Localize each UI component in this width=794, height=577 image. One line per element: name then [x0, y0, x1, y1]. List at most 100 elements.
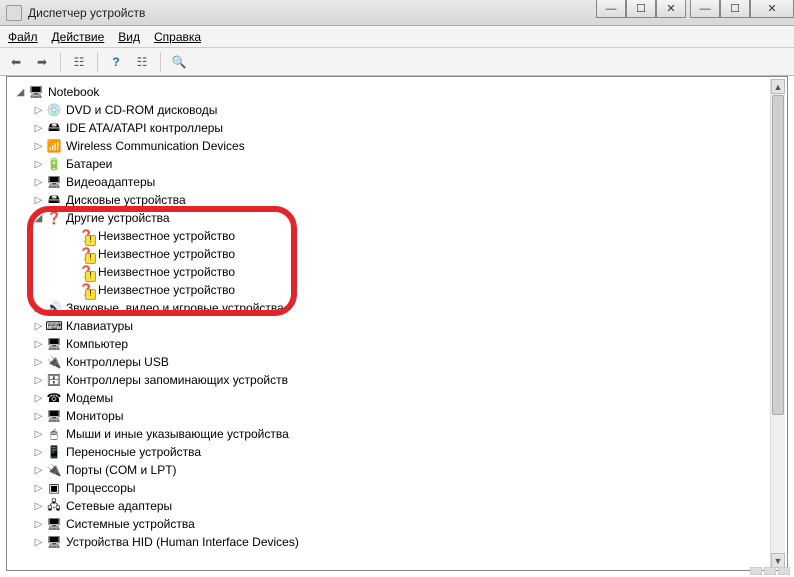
node-label: Модемы: [66, 391, 113, 405]
window-controls: — ☐ ✕: [690, 0, 794, 18]
device-category-icon: 🗄: [46, 372, 62, 388]
device-category-icon: 🔋: [46, 156, 62, 172]
device-tree[interactable]: ◢🖥Notebook▷💿DVD и CD-ROM дисководы▷🖴IDE …: [9, 79, 769, 568]
expand-toggle[interactable]: ▷: [33, 465, 44, 476]
expand-toggle[interactable]: ▷: [33, 105, 44, 116]
scroll-up-button[interactable]: ▲: [771, 79, 785, 94]
tree-category[interactable]: ▷🔋Батареи: [13, 155, 769, 173]
tree-category[interactable]: ◢❓Другие устройства: [13, 209, 769, 227]
maximize-button[interactable]: ☐: [720, 0, 750, 18]
tree-category[interactable]: ▷🖥Устройства HID (Human Interface Device…: [13, 533, 769, 551]
expand-toggle[interactable]: ▷: [33, 177, 44, 188]
expand-toggle[interactable]: ▷: [33, 519, 44, 530]
device-category-icon: 📱: [46, 444, 62, 460]
parent-minimize-button[interactable]: —: [596, 0, 626, 18]
node-label: Порты (COM и LPT): [66, 463, 177, 477]
tree-category[interactable]: ▷🖧 Сетевые адаптеры: [13, 497, 769, 515]
parent-close-button[interactable]: ✕: [656, 0, 686, 18]
tree-category[interactable]: ▷🖱Мыши и иные указывающие устройства: [13, 425, 769, 443]
expand-toggle[interactable]: ▷: [33, 339, 44, 350]
tree-category[interactable]: ▷☎ Модемы: [13, 389, 769, 407]
expand-toggle[interactable]: ▷: [33, 375, 44, 386]
expand-toggle[interactable]: ▷: [33, 195, 44, 206]
expand-toggle[interactable]: ▷: [33, 447, 44, 458]
expand-toggle[interactable]: ▷: [33, 303, 44, 314]
menu-action[interactable]: Действие: [52, 30, 105, 44]
expand-toggle[interactable]: ▷: [33, 159, 44, 170]
tree-category[interactable]: ▷🖥Компьютер: [13, 335, 769, 353]
scroll-track[interactable]: [771, 95, 785, 552]
back-button[interactable]: ⬅: [4, 51, 28, 73]
node-label: Сетевые адаптеры: [66, 499, 172, 513]
device-category-icon: 🖴: [46, 120, 62, 136]
tree-device[interactable]: ❓ Неизвестное устройство: [13, 263, 769, 281]
minimize-button[interactable]: —: [690, 0, 720, 18]
toolbar: ⬅ ➡ ☷ ? ☷ 🔍: [0, 48, 794, 76]
menu-view[interactable]: Вид: [118, 30, 140, 44]
expand-toggle[interactable]: ▷: [33, 411, 44, 422]
expand-toggle[interactable]: ▷: [33, 483, 44, 494]
device-category-icon: ⌨: [46, 318, 62, 334]
tree-category[interactable]: ▷💿DVD и CD-ROM дисководы: [13, 101, 769, 119]
node-label: Контроллеры USB: [66, 355, 169, 369]
node-label: Мыши и иные указывающие устройства: [66, 427, 289, 441]
tree-device[interactable]: ❓Неизвестное устройство: [13, 227, 769, 245]
expand-toggle[interactable]: ◢: [33, 213, 44, 224]
tree-root[interactable]: ◢🖥 Notebook: [13, 83, 769, 101]
expand-toggle[interactable]: ▷: [33, 501, 44, 512]
expand-toggle[interactable]: ▷: [33, 321, 44, 332]
device-category-icon: 🖥: [46, 534, 62, 550]
forward-button[interactable]: ➡: [30, 51, 54, 73]
node-label: Дисковые устройства: [66, 193, 186, 207]
device-category-icon: ☎: [46, 390, 62, 406]
expand-toggle[interactable]: ◢: [15, 87, 26, 98]
close-button[interactable]: ✕: [750, 0, 794, 18]
device-category-icon: 🖥: [28, 84, 44, 100]
node-label: IDE ATA/ATAPI контроллеры: [66, 121, 223, 135]
device-category-icon: 🔊: [46, 300, 62, 316]
tree-category[interactable]: ▷🖥Видеоадаптеры: [13, 173, 769, 191]
parent-window-controls: — ☐ ✕: [596, 0, 686, 18]
tree-device[interactable]: ❓Неизвестное устройство: [13, 245, 769, 263]
help-button[interactable]: ?: [104, 51, 128, 73]
menu-help[interactable]: Справка: [154, 30, 201, 44]
menu-file[interactable]: Файл: [8, 30, 38, 44]
node-label: Процессоры: [66, 481, 136, 495]
scroll-thumb[interactable]: [772, 95, 784, 415]
unknown-device-icon: ❓: [78, 264, 94, 280]
tree-category[interactable]: ▷📱Переносные устройства: [13, 443, 769, 461]
node-label: Неизвестное устройство: [98, 265, 235, 279]
tree-category[interactable]: ▷🗄Контроллеры запоминающих устройств: [13, 371, 769, 389]
tree-category[interactable]: ▷📶Wireless Communication Devices: [13, 137, 769, 155]
show-hidden-button[interactable]: ☷: [130, 51, 154, 73]
tree-category[interactable]: ▷🖥Системные устройства: [13, 515, 769, 533]
tree-category[interactable]: ▷🖴 Дисковые устройства: [13, 191, 769, 209]
expand-toggle[interactable]: ▷: [33, 429, 44, 440]
tree-device[interactable]: ❓Неизвестное устройство: [13, 281, 769, 299]
scroll-down-button[interactable]: ▼: [771, 553, 785, 568]
node-label: DVD и CD-ROM дисководы: [66, 103, 217, 117]
device-category-icon: 🖴: [46, 192, 62, 208]
device-category-icon: 🖧: [46, 498, 62, 514]
expand-toggle[interactable]: ▷: [33, 537, 44, 548]
tree-category[interactable]: ▷🔌Порты (COM и LPT): [13, 461, 769, 479]
node-label: Неизвестное устройство: [98, 247, 235, 261]
expand-toggle[interactable]: ▷: [33, 123, 44, 134]
menubar: Файл Действие Вид Справка: [0, 26, 794, 48]
node-label: Неизвестное устройство: [98, 283, 235, 297]
vertical-scrollbar[interactable]: ▲ ▼: [770, 79, 785, 568]
tree-category[interactable]: ▷🖥Мониторы: [13, 407, 769, 425]
tree-category[interactable]: ▷🖴 IDE ATA/ATAPI контроллеры: [13, 119, 769, 137]
tree-category[interactable]: ▷🔊Звуковые, видео и игровые устройства: [13, 299, 769, 317]
expand-toggle[interactable]: ▷: [33, 393, 44, 404]
node-label: Notebook: [48, 85, 99, 99]
tree-category[interactable]: ▷⌨Клавиатуры: [13, 317, 769, 335]
parent-maximize-button[interactable]: ☐: [626, 0, 656, 18]
expand-toggle[interactable]: ▷: [33, 357, 44, 368]
tree-category[interactable]: ▷▣Процессоры: [13, 479, 769, 497]
tree-category[interactable]: ▷🔌 Контроллеры USB: [13, 353, 769, 371]
device-category-icon: 🔌: [46, 354, 62, 370]
expand-toggle[interactable]: ▷: [33, 141, 44, 152]
properties-button[interactable]: ☷: [67, 51, 91, 73]
scan-hardware-button[interactable]: 🔍: [167, 51, 191, 73]
